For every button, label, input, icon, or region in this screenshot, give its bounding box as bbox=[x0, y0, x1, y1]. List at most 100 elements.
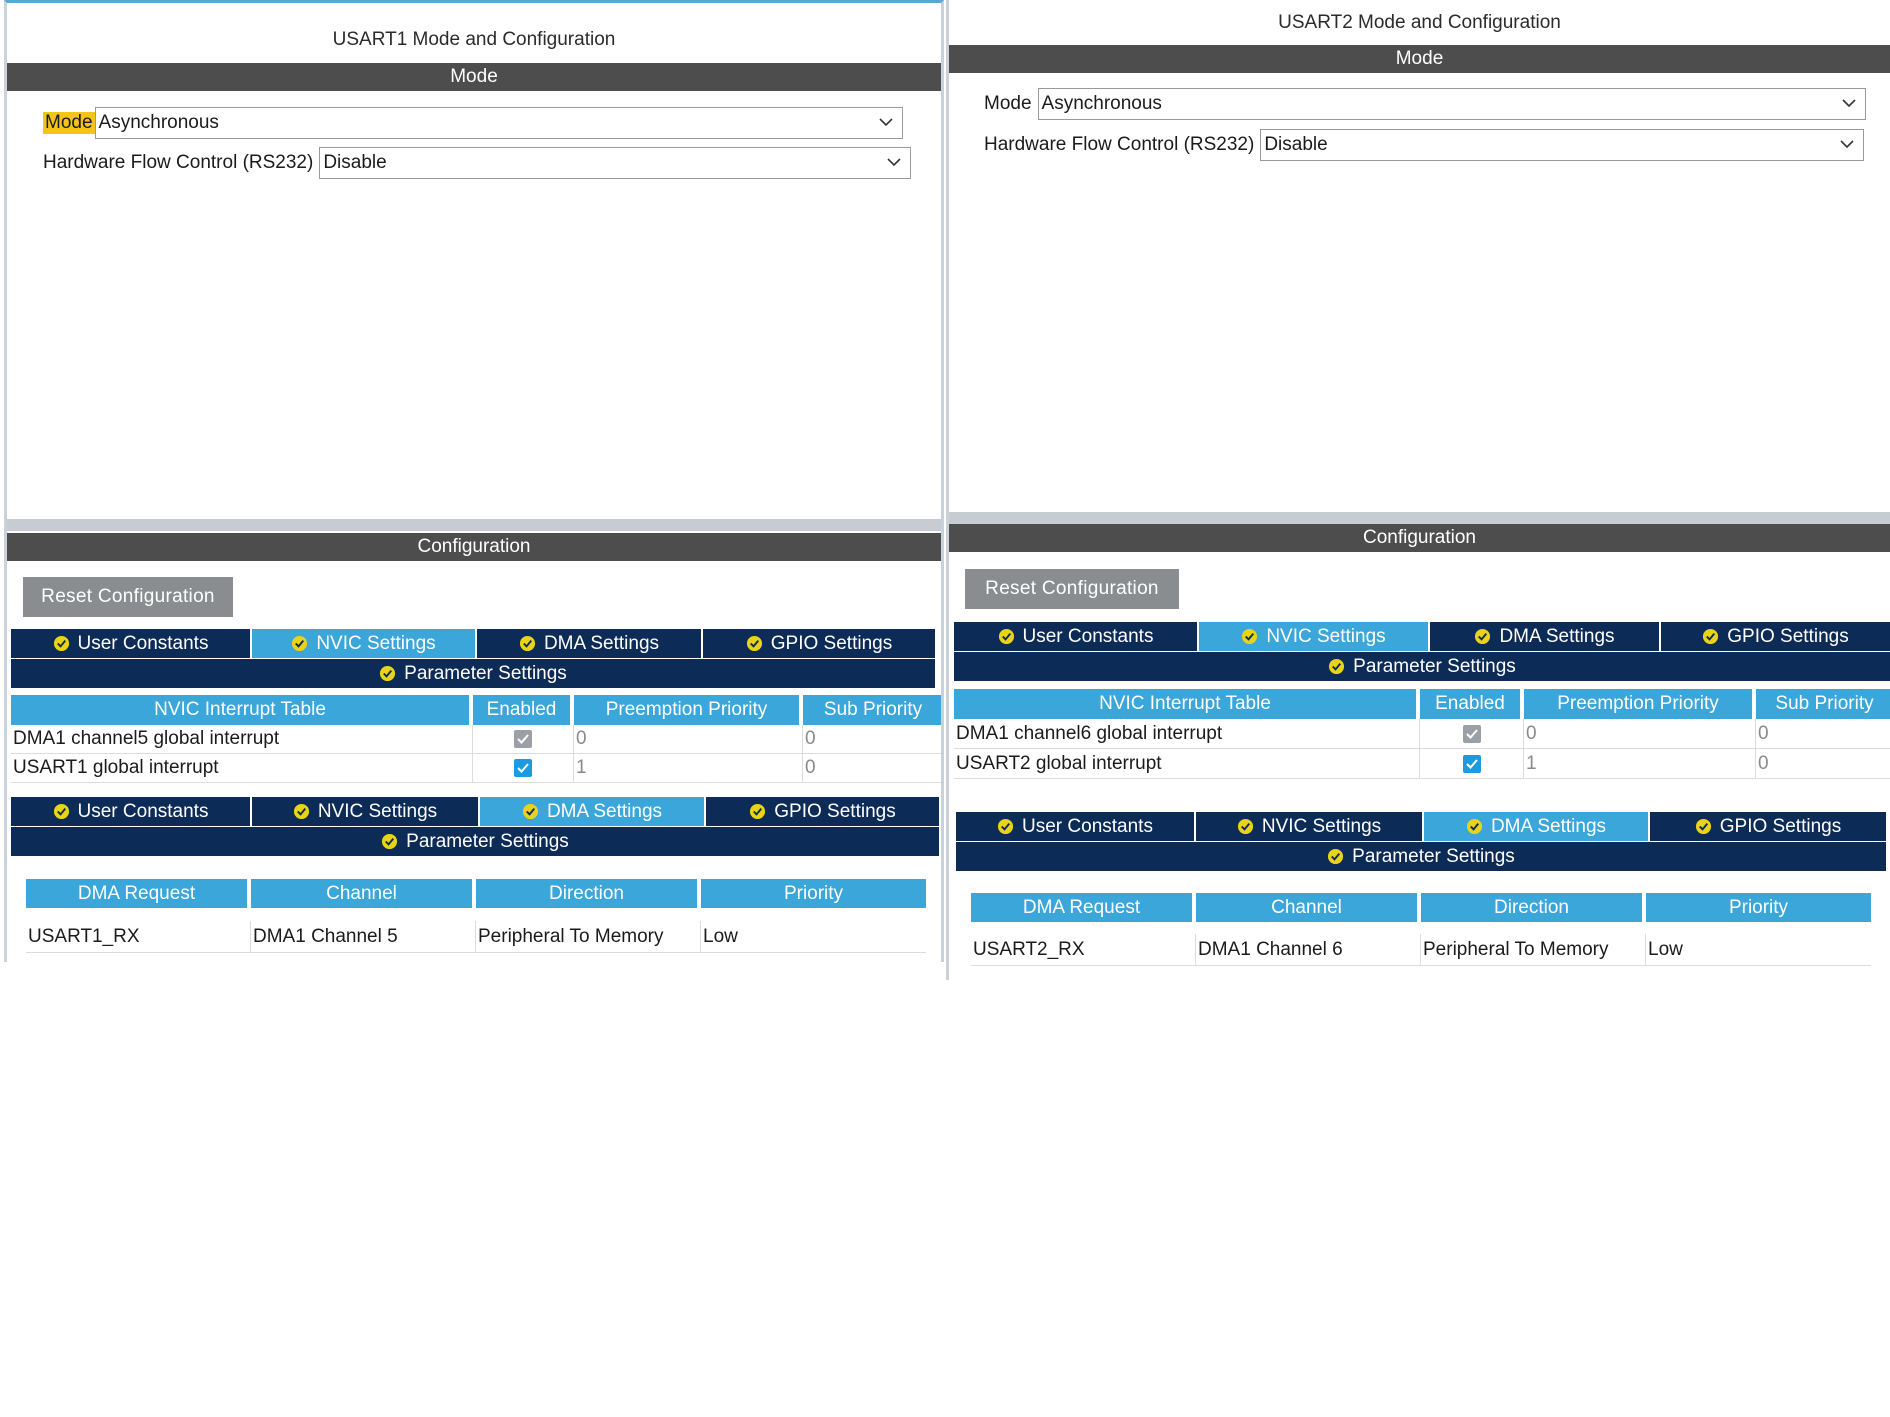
enabled-cell bbox=[473, 754, 574, 782]
sub-priority[interactable]: 0 bbox=[803, 725, 941, 753]
sub-priority[interactable]: 0 bbox=[803, 754, 941, 782]
tab-user-constants[interactable]: User Constants bbox=[956, 812, 1196, 841]
usart2-tabs-dma: User Constants NVIC Settings DMA Setting… bbox=[956, 812, 1886, 841]
tab-dma-settings[interactable]: DMA Settings bbox=[477, 629, 703, 658]
tab-nvic-settings[interactable]: NVIC Settings bbox=[1199, 622, 1430, 651]
check-circle-icon bbox=[1328, 848, 1344, 865]
column-header[interactable]: Direction bbox=[476, 879, 701, 908]
column-header[interactable]: Enabled bbox=[473, 695, 574, 725]
splitter[interactable] bbox=[7, 519, 941, 531]
check-circle-icon bbox=[53, 803, 69, 820]
usart1-config-bar: Configuration bbox=[7, 533, 941, 561]
tab-user-constants[interactable]: User Constants bbox=[11, 629, 252, 658]
column-header[interactable]: Channel bbox=[1196, 893, 1421, 922]
tab-nvic-settings[interactable]: NVIC Settings bbox=[1196, 812, 1424, 841]
tab-label: Parameter Settings bbox=[1353, 655, 1516, 677]
nvic-table-header: NVIC Interrupt Table Enabled Preemption … bbox=[954, 689, 1890, 719]
check-circle-icon bbox=[998, 628, 1014, 645]
column-header[interactable]: Preemption Priority bbox=[574, 695, 803, 725]
tab-nvic-settings[interactable]: NVIC Settings bbox=[252, 629, 477, 658]
dma-table-header: DMA Request Channel Direction Priority bbox=[26, 879, 926, 908]
column-header[interactable]: Priority bbox=[1646, 893, 1871, 922]
column-header[interactable]: Enabled bbox=[1420, 689, 1524, 719]
column-header[interactable]: DMA Request bbox=[26, 879, 251, 908]
usart1-reset-button[interactable]: Reset Configuration bbox=[23, 577, 233, 617]
check-circle-icon bbox=[746, 635, 762, 652]
usart2-mode-select[interactable]: Asynchronous bbox=[1037, 88, 1866, 120]
check-circle-icon bbox=[1703, 628, 1719, 645]
column-header[interactable]: Priority bbox=[701, 879, 926, 908]
enabled-cell bbox=[1420, 749, 1524, 778]
tab-label: DMA Settings bbox=[543, 632, 660, 654]
column-header[interactable]: Sub Priority bbox=[1756, 689, 1890, 719]
column-header[interactable]: Sub Priority bbox=[803, 695, 941, 725]
dma-channel: DMA1 Channel 5 bbox=[251, 921, 476, 952]
checkbox-checked[interactable] bbox=[1462, 754, 1481, 773]
check-circle-icon bbox=[53, 635, 69, 652]
usart2-title: USART2 Mode and Configuration bbox=[1278, 12, 1561, 33]
column-header[interactable]: NVIC Interrupt Table bbox=[954, 689, 1420, 719]
usart2-hwflow-select[interactable]: Disable bbox=[1260, 129, 1865, 161]
tab-gpio-settings[interactable]: GPIO Settings bbox=[1661, 622, 1890, 651]
usart1-mode-bar: Mode bbox=[7, 63, 941, 91]
tab-gpio-settings[interactable]: GPIO Settings bbox=[706, 797, 939, 826]
column-header[interactable]: Direction bbox=[1421, 893, 1646, 922]
tab-label: GPIO Settings bbox=[1727, 625, 1849, 647]
usart1-mode-label: Mode bbox=[43, 112, 95, 134]
tab-parameter-settings[interactable]: Parameter Settings bbox=[954, 652, 1890, 681]
tab-gpio-settings[interactable]: GPIO Settings bbox=[1650, 812, 1886, 841]
tab-dma-settings[interactable]: DMA Settings bbox=[480, 797, 706, 826]
table-row[interactable]: USART1_RX DMA1 Channel 5 Peripheral To M… bbox=[26, 921, 926, 953]
usart2-hwflow-label: Hardware Flow Control (RS232) bbox=[984, 134, 1255, 155]
tab-label: DMA Settings bbox=[1499, 625, 1615, 647]
table-row[interactable]: USART2_RX DMA1 Channel 6 Peripheral To M… bbox=[971, 934, 1871, 966]
sub-priority[interactable]: 0 bbox=[1756, 719, 1890, 748]
table-row[interactable]: DMA1 channel5 global interrupt 0 0 bbox=[11, 725, 941, 754]
tab-label: GPIO Settings bbox=[770, 632, 893, 654]
check-circle-icon bbox=[750, 803, 766, 820]
usart2-mode-value: Asynchronous bbox=[1041, 93, 1162, 114]
tab-label: Parameter Settings bbox=[406, 830, 569, 852]
usart1-mode-select[interactable]: Asynchronous bbox=[94, 107, 903, 139]
preemption-priority[interactable]: 0 bbox=[1524, 719, 1756, 748]
tab-label: NVIC Settings bbox=[317, 800, 438, 822]
tab-parameter-settings[interactable]: Parameter Settings bbox=[956, 842, 1886, 871]
tab-label: User Constants bbox=[77, 800, 209, 822]
tab-user-constants[interactable]: User Constants bbox=[11, 797, 252, 826]
splitter[interactable] bbox=[949, 512, 1890, 524]
tab-dma-settings[interactable]: DMA Settings bbox=[1424, 812, 1650, 841]
usart1-hwflow-label: Hardware Flow Control (RS232) bbox=[43, 152, 314, 173]
check-circle-icon bbox=[1695, 818, 1711, 835]
table-row[interactable]: USART1 global interrupt 1 0 bbox=[11, 754, 941, 783]
tab-parameter-settings[interactable]: Parameter Settings bbox=[11, 659, 935, 688]
tab-user-constants[interactable]: User Constants bbox=[954, 622, 1199, 651]
tab-nvic-settings[interactable]: NVIC Settings bbox=[252, 797, 480, 826]
usart2-tabs-nvic: User Constants NVIC Settings DMA Setting… bbox=[954, 622, 1890, 651]
interrupt-name: DMA1 channel5 global interrupt bbox=[11, 725, 473, 753]
preemption-priority[interactable]: 1 bbox=[574, 754, 803, 782]
check-circle-icon bbox=[1475, 628, 1491, 645]
enabled-cell bbox=[473, 725, 574, 753]
sub-priority[interactable]: 0 bbox=[1756, 749, 1890, 778]
column-header[interactable]: DMA Request bbox=[971, 893, 1196, 922]
usart2-reset-button[interactable]: Reset Configuration bbox=[965, 569, 1179, 609]
usart2-mode-bar: Mode bbox=[949, 45, 1890, 73]
usart2-mode-label: Mode bbox=[984, 93, 1032, 114]
tab-parameter-settings[interactable]: Parameter Settings bbox=[11, 827, 939, 856]
column-header[interactable]: Preemption Priority bbox=[1524, 689, 1756, 719]
preemption-priority[interactable]: 0 bbox=[574, 725, 803, 753]
tab-dma-settings[interactable]: DMA Settings bbox=[1430, 622, 1661, 651]
tab-label: User Constants bbox=[1022, 625, 1154, 647]
table-row[interactable]: DMA1 channel6 global interrupt 0 0 bbox=[954, 719, 1890, 749]
check-circle-icon bbox=[1237, 818, 1253, 835]
tab-gpio-settings[interactable]: GPIO Settings bbox=[703, 629, 935, 658]
usart1-hwflow-select[interactable]: Disable bbox=[319, 147, 912, 179]
checkbox-checked[interactable] bbox=[514, 759, 532, 777]
table-row[interactable]: USART2 global interrupt 1 0 bbox=[954, 749, 1890, 779]
column-header[interactable]: Channel bbox=[251, 879, 476, 908]
dma-priority: Low bbox=[703, 925, 738, 947]
chevron-down-icon bbox=[887, 158, 901, 167]
preemption-priority[interactable]: 1 bbox=[1524, 749, 1756, 778]
usart1-hwflow-row: Hardware Flow Control (RS232) Disable bbox=[43, 147, 912, 179]
column-header[interactable]: NVIC Interrupt Table bbox=[11, 695, 473, 725]
